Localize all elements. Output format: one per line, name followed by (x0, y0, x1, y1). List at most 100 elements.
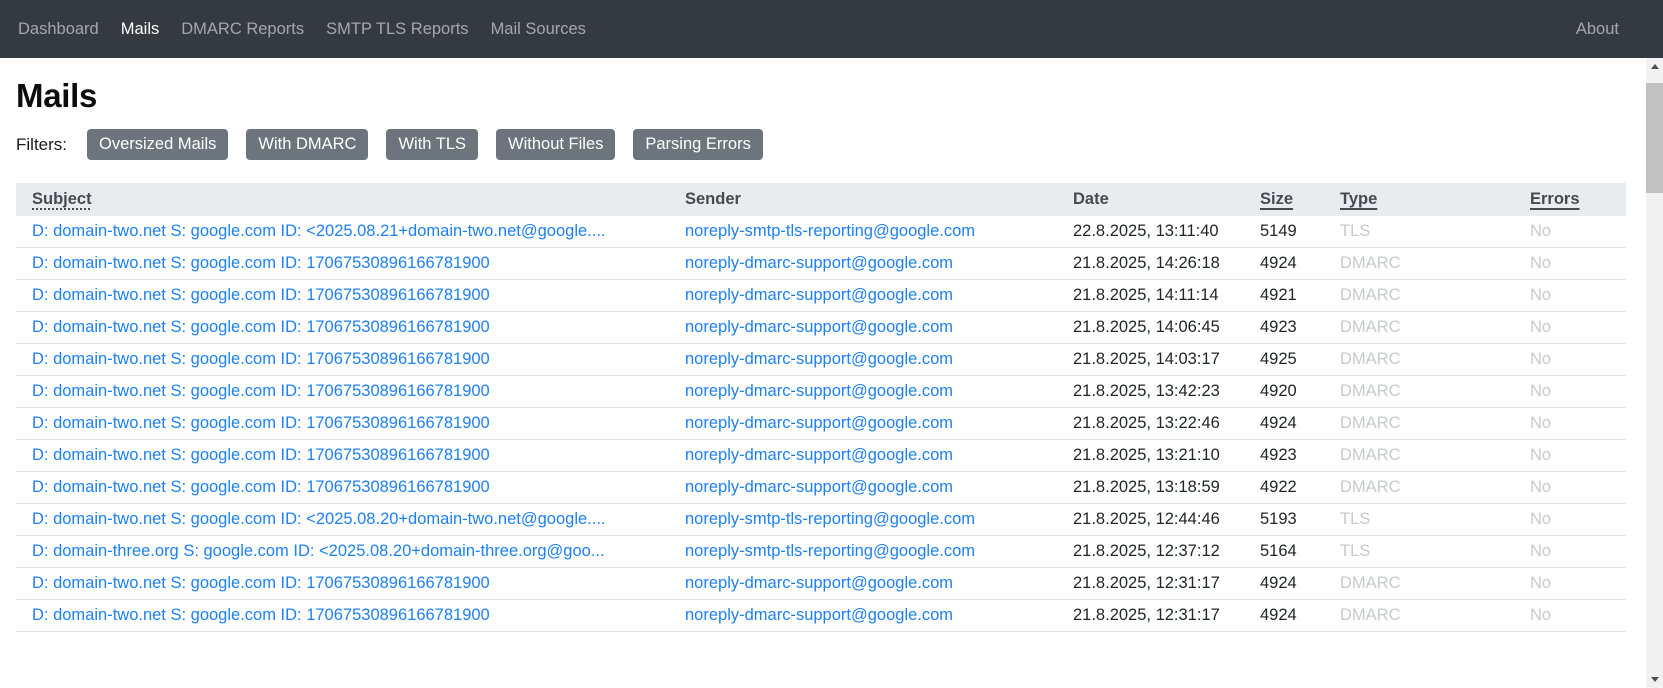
mail-subject-link[interactable]: D: domain-two.net S: google.com ID: 1706… (32, 318, 490, 336)
table-header-row: Subject SenderDate Size Type Errors (16, 183, 1626, 216)
mail-size: 5149 (1260, 222, 1297, 240)
column-header-label[interactable]: Subject (32, 190, 92, 208)
mail-size-cell: 4924 (1244, 248, 1324, 280)
scrollbar-down-arrow-icon[interactable] (1646, 671, 1663, 688)
column-header-label[interactable]: Errors (1530, 190, 1580, 208)
mail-subject-link[interactable]: D: domain-two.net S: google.com ID: <202… (32, 222, 606, 240)
mail-subject-link[interactable]: D: domain-two.net S: google.com ID: 1706… (32, 414, 490, 432)
mail-type: DMARC (1340, 478, 1401, 496)
mail-subject-link[interactable]: D: domain-two.net S: google.com ID: <202… (32, 510, 606, 528)
nav-item-dmarc-reports[interactable]: DMARC Reports (170, 12, 315, 47)
mail-subject-link[interactable]: D: domain-two.net S: google.com ID: 1706… (32, 254, 490, 272)
vertical-scrollbar[interactable] (1646, 58, 1663, 688)
mail-date: 21.8.2025, 12:44:46 (1073, 510, 1220, 528)
mail-type-cell: DMARC (1324, 280, 1514, 312)
mail-size: 4924 (1260, 574, 1297, 592)
nav-item-about[interactable]: About (1565, 12, 1630, 47)
mail-type-cell: DMARC (1324, 248, 1514, 280)
mail-sender-link[interactable]: noreply-dmarc-support@google.com (685, 286, 953, 304)
mail-subject-link[interactable]: D: domain-three.org S: google.com ID: <2… (32, 542, 605, 560)
mail-sender-link-cell: noreply-dmarc-support@google.com (669, 600, 1057, 632)
filters-bar: Filters: Oversized Mails With DMARC With T… (16, 129, 1626, 160)
mail-sender-link[interactable]: noreply-dmarc-support@google.com (685, 606, 953, 624)
table-row: D: domain-two.net S: google.com ID: <202… (16, 216, 1626, 248)
mail-date: 21.8.2025, 14:26:18 (1073, 254, 1220, 272)
mail-size-cell: 4925 (1244, 344, 1324, 376)
nav-item-dashboard[interactable]: Dashboard (7, 12, 110, 47)
mail-size: 4920 (1260, 382, 1297, 400)
column-header-type[interactable]: Type (1324, 183, 1514, 216)
filter-button-with-tls[interactable]: With TLS (386, 129, 478, 160)
mail-sender-link[interactable]: noreply-smtp-tls-reporting@google.com (685, 542, 975, 560)
mail-errors-cell: No (1514, 408, 1626, 440)
mail-date: 21.8.2025, 13:22:46 (1073, 414, 1220, 432)
mail-subject-link[interactable]: D: domain-two.net S: google.com ID: 1706… (32, 382, 490, 400)
mail-errors: No (1530, 446, 1551, 464)
mail-subject-link[interactable]: D: domain-two.net S: google.com ID: 1706… (32, 606, 490, 624)
mail-sender-link-cell: noreply-dmarc-support@google.com (669, 344, 1057, 376)
filter-button-without-files[interactable]: Without Files (496, 129, 615, 160)
nav-item-mails[interactable]: Mails (110, 12, 171, 47)
mail-subject-link[interactable]: D: domain-two.net S: google.com ID: 1706… (32, 478, 490, 496)
mail-size: 4923 (1260, 446, 1297, 464)
mail-type-cell: TLS (1324, 504, 1514, 536)
mail-subject-link-cell: D: domain-two.net S: google.com ID: 1706… (16, 280, 669, 312)
mail-sender-link[interactable]: noreply-dmarc-support@google.com (685, 254, 953, 272)
mail-errors: No (1530, 382, 1551, 400)
mail-type: DMARC (1340, 446, 1401, 464)
mail-subject-link-cell: D: domain-two.net S: google.com ID: <202… (16, 504, 669, 536)
filter-button-with-dmarc[interactable]: With DMARC (246, 129, 368, 160)
mail-type: DMARC (1340, 350, 1401, 368)
mail-sender-link[interactable]: noreply-dmarc-support@google.com (685, 478, 953, 496)
mail-date-cell: 21.8.2025, 14:06:45 (1057, 312, 1244, 344)
mail-sender-link[interactable]: noreply-dmarc-support@google.com (685, 350, 953, 368)
mail-type-cell: DMARC (1324, 568, 1514, 600)
filter-button-parsing-errors[interactable]: Parsing Errors (633, 129, 762, 160)
nav-item-smtp-tls-reports[interactable]: SMTP TLS Reports (315, 12, 479, 47)
scrollbar-thumb[interactable] (1646, 83, 1663, 193)
mail-sender-link[interactable]: noreply-dmarc-support@google.com (685, 574, 953, 592)
mail-errors-cell: No (1514, 216, 1626, 248)
mail-errors: No (1530, 542, 1551, 560)
column-header-label[interactable]: Size (1260, 190, 1293, 208)
mail-date-cell: 21.8.2025, 12:31:17 (1057, 600, 1244, 632)
mail-sender-link[interactable]: noreply-smtp-tls-reporting@google.com (685, 222, 975, 240)
mail-sender-link[interactable]: noreply-smtp-tls-reporting@google.com (685, 510, 975, 528)
column-header-label[interactable]: Type (1340, 190, 1377, 208)
mail-subject-link[interactable]: D: domain-two.net S: google.com ID: 1706… (32, 446, 490, 464)
column-header-sender: Sender (669, 183, 1057, 216)
mail-sender-link[interactable]: noreply-dmarc-support@google.com (685, 318, 953, 336)
mail-subject-link-cell: D: domain-two.net S: google.com ID: 1706… (16, 472, 669, 504)
mail-sender-link[interactable]: noreply-dmarc-support@google.com (685, 446, 953, 464)
mail-size-cell: 4924 (1244, 408, 1324, 440)
mail-size-cell: 4923 (1244, 440, 1324, 472)
column-header-subject[interactable]: Subject (16, 183, 669, 216)
mail-subject-link[interactable]: D: domain-two.net S: google.com ID: 1706… (32, 286, 490, 304)
filters-label: Filters: (16, 135, 67, 155)
mail-size: 5164 (1260, 542, 1297, 560)
mail-type: DMARC (1340, 318, 1401, 336)
mail-date-cell: 21.8.2025, 13:21:10 (1057, 440, 1244, 472)
mail-subject-link[interactable]: D: domain-two.net S: google.com ID: 1706… (32, 574, 490, 592)
nav-item-mail-sources[interactable]: Mail Sources (480, 12, 597, 47)
table-row: D: domain-two.net S: google.com ID: 1706… (16, 312, 1626, 344)
mail-errors: No (1530, 254, 1551, 272)
mail-date-cell: 21.8.2025, 12:31:17 (1057, 568, 1244, 600)
mail-date-cell: 21.8.2025, 12:44:46 (1057, 504, 1244, 536)
mail-sender-link[interactable]: noreply-dmarc-support@google.com (685, 414, 953, 432)
scrollbar-up-arrow-icon[interactable] (1646, 58, 1663, 75)
column-header-errors[interactable]: Errors (1514, 183, 1626, 216)
filter-button-oversized-mails[interactable]: Oversized Mails (87, 129, 228, 160)
table-row: D: domain-two.net S: google.com ID: 1706… (16, 408, 1626, 440)
page-title: Mails (16, 77, 1626, 115)
mail-type: TLS (1340, 542, 1370, 560)
column-header-size[interactable]: Size (1244, 183, 1324, 216)
column-header-date: Date (1057, 183, 1244, 216)
navbar: DashboardMailsDMARC ReportsSMTP TLS Repo… (0, 0, 1663, 58)
mail-errors: No (1530, 286, 1551, 304)
table-row: D: domain-two.net S: google.com ID: 1706… (16, 568, 1626, 600)
mail-sender-link[interactable]: noreply-dmarc-support@google.com (685, 382, 953, 400)
mail-type: DMARC (1340, 254, 1401, 272)
mail-subject-link[interactable]: D: domain-two.net S: google.com ID: 1706… (32, 350, 490, 368)
mail-size: 5193 (1260, 510, 1297, 528)
